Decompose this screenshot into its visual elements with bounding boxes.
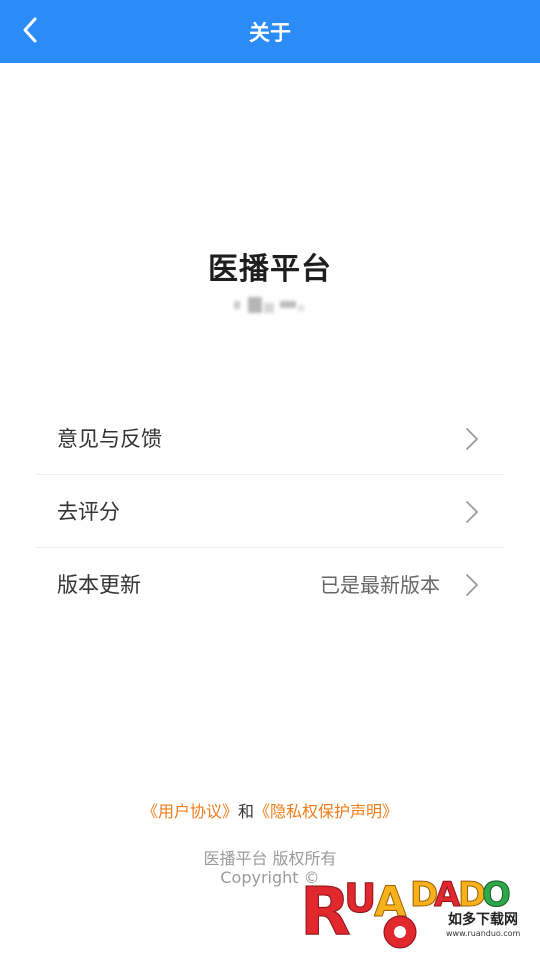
svg-text:U: U — [344, 876, 376, 922]
menu-item-version-update[interactable]: 版本更新 已是最新版本 — [36, 547, 504, 620]
menu-item-feedback[interactable]: 意见与反馈 — [36, 402, 504, 474]
watermark-url: www.ruanduo.com — [446, 929, 521, 938]
app-name: 医播平台 — [208, 252, 332, 287]
watermark-tagline: 如多下载网 — [448, 911, 518, 928]
svg-text:A: A — [434, 875, 461, 915]
menu-item-label: 版本更新 — [57, 573, 141, 597]
svg-text:O: O — [482, 875, 511, 915]
ruanduo-watermark-logo: R U A D A D O 如多下载网 www.ruanduo.com — [300, 873, 521, 951]
menu-item-label: 意见与反馈 — [57, 427, 162, 451]
nav-bar: 关于 — [0, 0, 540, 63]
version-status: 已是最新版本 — [320, 573, 440, 597]
page-title: 关于 — [249, 21, 291, 45]
version-text-obscured — [234, 293, 306, 319]
chevron-right-icon — [466, 428, 478, 450]
menu-list: 意见与反馈 去评分 版本更新 已是最新版本 — [36, 402, 504, 620]
chevron-right-icon — [466, 574, 478, 596]
agreement-links: 《用户协议》和《隐私权保护声明》 — [0, 798, 540, 822]
user-agreement-link[interactable]: 《用户协议》 — [142, 802, 238, 821]
privacy-statement-link[interactable]: 《隐私权保护声明》 — [254, 802, 398, 821]
about-page: 关于 医播平台 意见与反馈 去评分 版本更新 已是最新版本 《用户协议》和《隐私… — [0, 0, 540, 960]
menu-item-rate[interactable]: 去评分 — [36, 474, 504, 547]
chevron-right-icon — [466, 501, 478, 523]
menu-item-label: 去评分 — [57, 500, 120, 524]
agreement-connector: 和 — [237, 802, 254, 821]
